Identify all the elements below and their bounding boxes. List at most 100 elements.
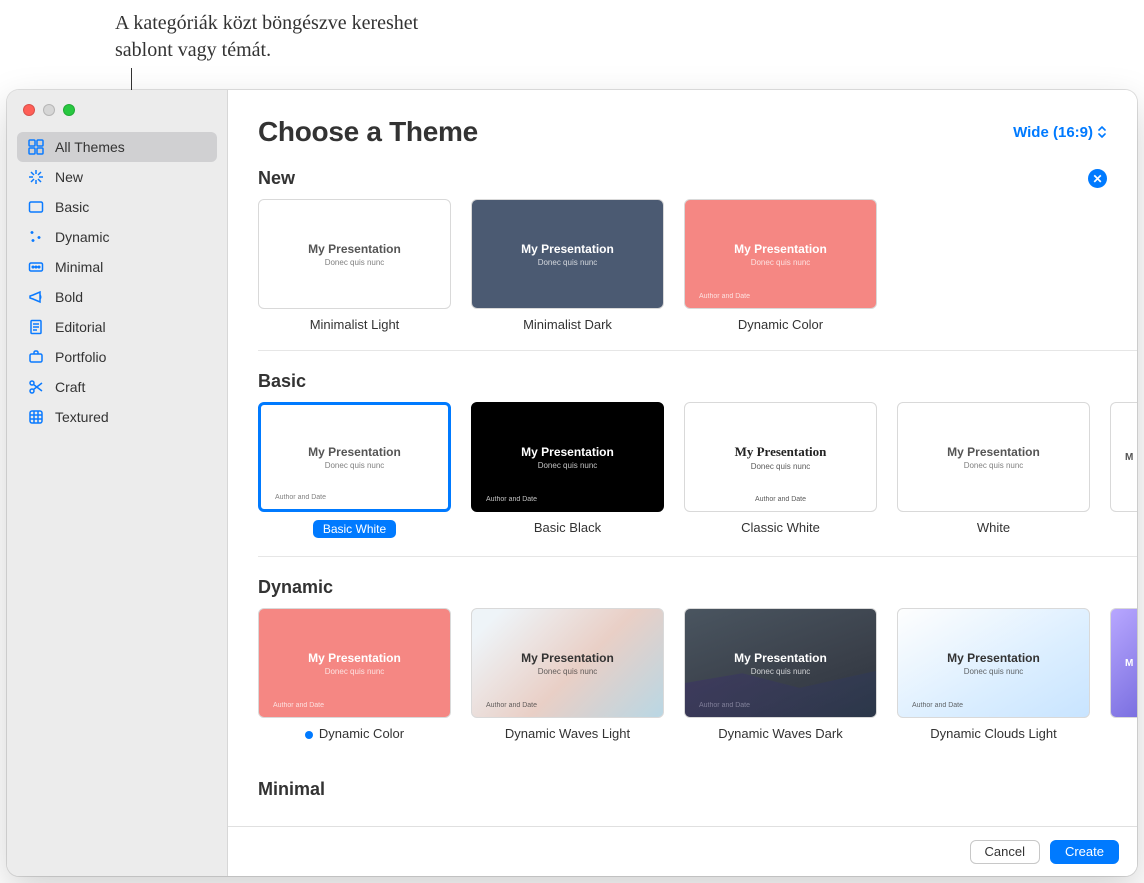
thumbnail-title: My Presentation	[275, 445, 434, 459]
thumbnail-title: My Presentation	[912, 651, 1075, 665]
sidebar-item-minimal[interactable]: Minimal	[17, 252, 217, 282]
theme-card[interactable]: My PresentationDonec quis nuncAuthor and…	[897, 608, 1090, 741]
sidebar-item-all-themes[interactable]: All Themes	[17, 132, 217, 162]
sidebar-item-label: Bold	[55, 289, 83, 305]
section-header-new: New✕	[258, 168, 1137, 189]
theme-thumbnail[interactable]: My PresentationDonec quis nuncAuthor and…	[684, 608, 877, 718]
theme-thumbnail[interactable]: My PresentationDonec quis nuncAuthor and…	[471, 402, 664, 512]
theme-row: My PresentationDonec quis nuncMinimalist…	[258, 199, 1137, 351]
aspect-ratio-label: Wide (16:9)	[1013, 124, 1093, 141]
theme-card[interactable]: My PresentationDonec quis nuncWhite	[897, 402, 1090, 538]
sidebar-item-label: New	[55, 169, 83, 185]
sparkle-icon	[27, 168, 45, 186]
theme-card[interactable]: My PresentationDonec quis nuncAuthor and…	[684, 608, 877, 741]
theme-card[interactable]: My PresentationDonec quis nuncAuthor and…	[684, 199, 877, 332]
thumbnail-subtitle: Donec quis nunc	[699, 667, 862, 676]
theme-card[interactable]: My PresentationDonec quis nuncAuthor and…	[471, 608, 664, 741]
thumbnail-subtitle: Donec quis nunc	[275, 461, 434, 470]
theme-label: Basic White	[313, 520, 396, 538]
theme-label: Dynamic Waves Light	[471, 726, 664, 741]
thumbnail-title: My Presentation	[947, 445, 1040, 459]
theme-label: Dynamic Clouds Light	[897, 726, 1090, 741]
sidebar-item-dynamic[interactable]: Dynamic	[17, 222, 217, 252]
footer-bar: Cancel Create	[228, 826, 1137, 876]
thumbnail-footer: Author and Date	[486, 702, 537, 709]
thumbnail-title: My Presentation	[699, 242, 862, 256]
sidebar-item-label: Dynamic	[55, 229, 109, 245]
thumbnail-title: My Presentation	[486, 651, 649, 665]
thumbnail-title: My Presentation	[273, 651, 436, 665]
theme-row: My Presentation Donec quis nunc Author and…	[258, 402, 1137, 557]
dots-icon	[27, 258, 45, 276]
sidebar-item-label: Basic	[55, 199, 89, 215]
theme-scroll-area[interactable]: New✕My PresentationDonec quis nuncMinima…	[228, 160, 1137, 826]
page-icon	[27, 318, 45, 336]
main-panel: Choose a Theme Wide (16:9) New✕ My Presen…	[228, 90, 1137, 876]
thumbnail-title: My Presentation	[273, 242, 436, 256]
rectangle-icon	[27, 198, 45, 216]
sidebar-item-label: Minimal	[55, 259, 103, 275]
theme-thumbnail[interactable]: My PresentationDonec quis nuncAuthor and…	[897, 608, 1090, 718]
aspect-ratio-dropdown[interactable]: Wide (16:9)	[1013, 124, 1107, 141]
zoom-window-icon[interactable]	[63, 104, 75, 116]
blue-dot-icon	[305, 731, 313, 739]
create-button[interactable]: Create	[1050, 840, 1119, 864]
theme-card[interactable]: My Presentation Donec quis nunc Author and…	[258, 402, 451, 538]
theme-thumbnail-overflow[interactable]: M	[1110, 608, 1137, 718]
theme-card[interactable]: My PresentationDonec quis nuncAuthor and…	[471, 402, 664, 538]
theme-card[interactable]: My PresentationDonec quis nunc Minimalist…	[471, 199, 664, 332]
theme-thumbnail[interactable]: My Presentation Donec quis nunc Author and…	[258, 402, 451, 512]
theme-label: Classic White	[684, 520, 877, 535]
theme-thumbnail[interactable]: My PresentationDonec quis nuncAuthor and…	[684, 199, 877, 309]
sidebar-item-label: All Themes	[55, 139, 125, 155]
thumbnail-subtitle: Donec quis nunc	[964, 461, 1024, 470]
close-section-icon[interactable]: ✕	[1088, 169, 1107, 188]
theme-label: Basic Black	[471, 520, 664, 535]
theme-label: Dynamic Waves Dark	[684, 726, 877, 741]
theme-label: Minimalist Dark	[471, 317, 664, 332]
megaphone-icon	[27, 288, 45, 306]
sidebar-item-portfolio[interactable]: Portfolio	[17, 342, 217, 372]
close-window-icon[interactable]	[23, 104, 35, 116]
thumbnail-title: My Presentation	[486, 445, 649, 459]
theme-card[interactable]: My PresentationDonec quis nuncAuthor and…	[258, 608, 451, 741]
main-header: Choose a Theme Wide (16:9)	[228, 90, 1137, 160]
sidebar-item-craft[interactable]: Craft	[17, 372, 217, 402]
theme-card[interactable]: My PresentationDonec quis nuncAuthor and…	[684, 402, 877, 538]
annotation-caption: A kategóriák közt böngészve kereshet sab…	[115, 10, 435, 64]
sidebar-item-label: Craft	[55, 379, 85, 395]
sidebar-item-label: Editorial	[55, 319, 106, 335]
sidebar-item-basic[interactable]: Basic	[17, 192, 217, 222]
sidebar-item-label: Portfolio	[55, 349, 106, 365]
grid-icon	[27, 138, 45, 156]
thumbnail-subtitle: Donec quis nunc	[486, 258, 649, 267]
theme-thumbnail-overflow[interactable]: M	[1110, 402, 1137, 512]
thumbnail-footer: Author and Date	[912, 702, 963, 709]
thumbnail-footer: Author and Date	[699, 702, 750, 709]
theme-label: Dynamic Color	[684, 317, 877, 332]
thumbnail-footer: Author and Date	[685, 496, 876, 503]
thumbnail-subtitle: Donec quis nunc	[699, 258, 862, 267]
theme-thumbnail[interactable]: My PresentationDonec quis nuncAuthor and…	[258, 608, 451, 718]
theme-thumbnail[interactable]: My PresentationDonec quis nunc	[258, 199, 451, 309]
minimize-window-icon[interactable]	[43, 104, 55, 116]
section-header-dynamic: Dynamic	[258, 577, 1137, 598]
cancel-button[interactable]: Cancel	[970, 840, 1040, 864]
section-header-minimal: Minimal	[258, 779, 1137, 800]
section-title: Dynamic	[258, 577, 333, 598]
theme-thumbnail[interactable]: My PresentationDonec quis nuncAuthor and…	[471, 608, 664, 718]
sidebar-item-new[interactable]: New	[17, 162, 217, 192]
texture-icon	[27, 408, 45, 426]
sidebar-item-textured[interactable]: Textured	[17, 402, 217, 432]
theme-thumbnail[interactable]: My Presentation Donec quis nunc	[897, 402, 1090, 512]
theme-label: Minimalist Light	[258, 317, 451, 332]
thumbnail-footer: Author and Date	[275, 494, 326, 501]
scissors-icon	[27, 378, 45, 396]
page-title: Choose a Theme	[258, 116, 478, 148]
sidebar-item-bold[interactable]: Bold	[17, 282, 217, 312]
sidebar-item-editorial[interactable]: Editorial	[17, 312, 217, 342]
thumbnail-subtitle: Donec quis nunc	[273, 667, 436, 676]
theme-thumbnail[interactable]: My PresentationDonec quis nunc	[471, 199, 664, 309]
theme-card[interactable]: My PresentationDonec quis nunc Minimalist…	[258, 199, 451, 332]
theme-thumbnail[interactable]: My PresentationDonec quis nuncAuthor and…	[684, 402, 877, 512]
